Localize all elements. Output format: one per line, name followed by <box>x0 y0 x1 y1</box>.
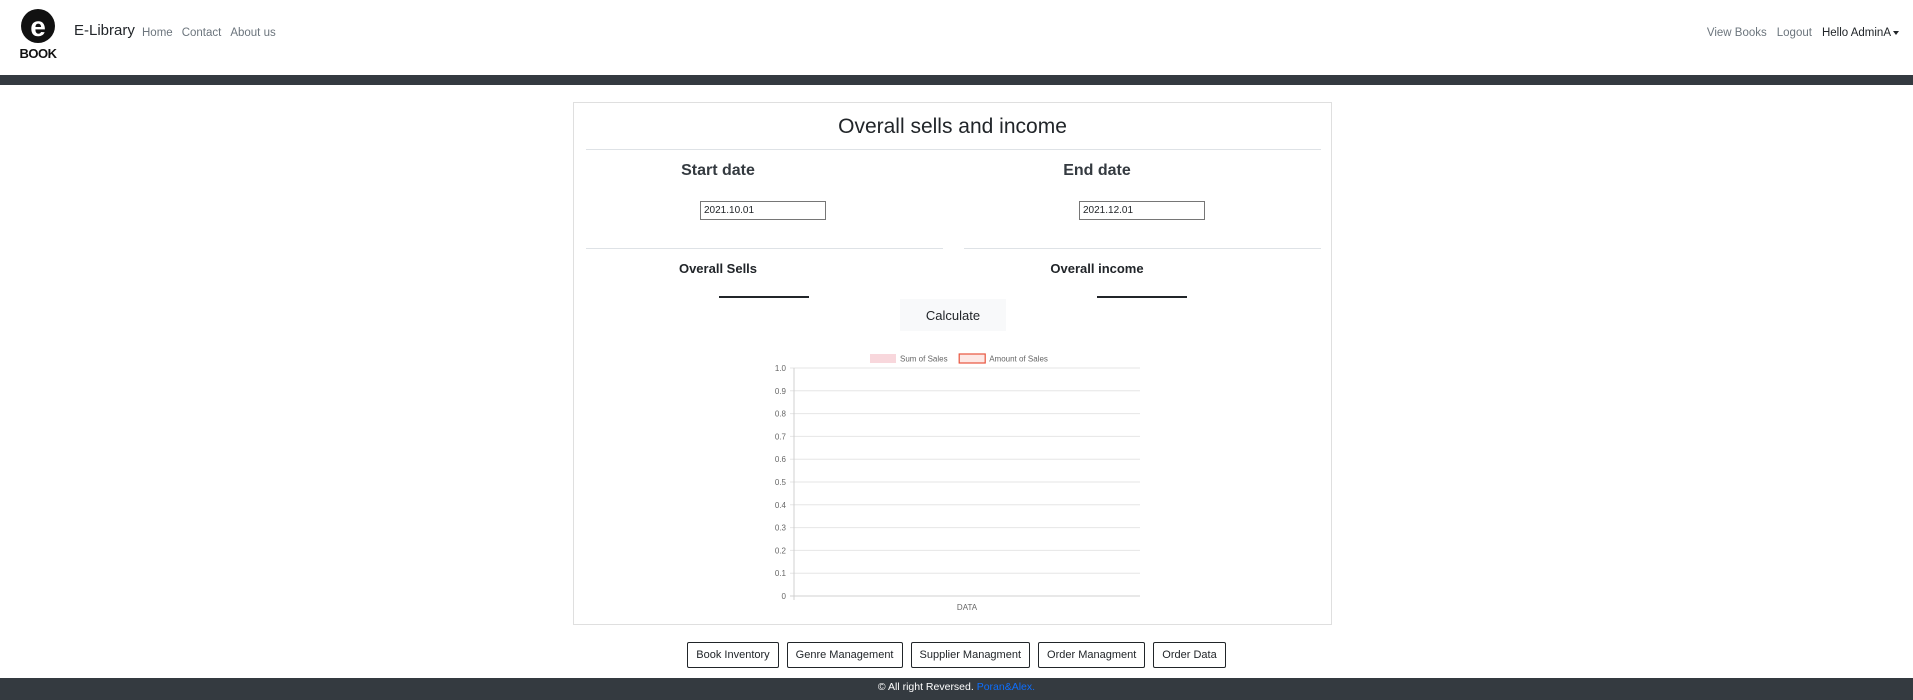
y-tick-label: 0.1 <box>775 569 787 578</box>
y-tick-label: 0.2 <box>775 546 787 555</box>
logo-letter: e <box>30 11 46 42</box>
nav-about-link[interactable]: About us <box>230 27 275 39</box>
overall-income-label: Overall income <box>1050 261 1144 276</box>
supplier-management-button[interactable]: Supplier Managment <box>910 642 1031 668</box>
y-tick-label: 0.9 <box>775 387 787 396</box>
y-tick-label: 0.5 <box>775 478 787 487</box>
navbar: e BOOK E-Library Home Contact About us V… <box>0 0 1913 75</box>
user-dropdown[interactable]: Hello AdminA <box>1822 27 1899 39</box>
logo-text: BOOK <box>20 46 58 60</box>
nav-home-link[interactable]: Home <box>142 27 173 39</box>
footer-link[interactable]: Poran&Alex. <box>977 681 1035 693</box>
start-date-input[interactable] <box>700 201 826 220</box>
y-tick-label: 0.7 <box>775 432 787 441</box>
y-tick-label: 0.4 <box>775 501 787 510</box>
y-tick-label: 0 <box>782 592 787 601</box>
right-section-divider <box>964 248 1321 249</box>
start-date-label: Start date <box>681 162 755 179</box>
y-tick-label: 0.6 <box>775 455 787 464</box>
y-tick-label: 1.0 <box>775 364 787 373</box>
sales-chart: 1.0 0.9 0.8 0.7 0.6 0.5 0.4 0.3 0.2 0.1 0 DATA Sum o… <box>775 353 1140 612</box>
footer: © All right Reversed. Poran&Alex. <box>0 678 1913 700</box>
ebook-logo[interactable]: e BOOK <box>14 6 62 60</box>
overall-income-value <box>1097 296 1187 298</box>
legend-label: Sum of Sales <box>900 355 948 364</box>
overall-sells-value <box>719 296 809 298</box>
admin-button-row: Book Inventory Genre Management Supplier… <box>0 642 1913 668</box>
order-management-button[interactable]: Order Managment <box>1038 642 1146 668</box>
y-tick-label: 0.3 <box>775 524 787 533</box>
page-title: Overall sells and income <box>838 115 1067 138</box>
nav-right: View Books Logout Hello AdminA <box>1707 27 1899 39</box>
title-divider <box>586 149 1321 150</box>
end-date-input[interactable] <box>1079 201 1205 220</box>
navbar-divider <box>0 75 1913 85</box>
footer-text: © All right Reversed. <box>877 681 974 693</box>
nav-contact-link[interactable]: Contact <box>182 27 222 39</box>
y-tick-label: 0.8 <box>775 410 787 419</box>
end-date-label: End date <box>1063 162 1131 179</box>
legend-label: Amount of Sales <box>989 355 1048 364</box>
legend-swatch <box>958 353 986 364</box>
x-tick-label: DATA <box>957 603 978 612</box>
caret-down-icon <box>1893 30 1899 35</box>
user-name: Hello AdminA <box>1821 27 1891 39</box>
order-data-button[interactable]: Order Data <box>1153 642 1226 668</box>
legend-swatch <box>870 354 896 363</box>
brand-link[interactable]: E-Library <box>74 22 135 39</box>
calculate-button[interactable]: Calculate <box>900 299 1006 331</box>
overall-sells-label: Overall Sells <box>678 261 758 276</box>
logout-link[interactable]: Logout <box>1777 27 1812 39</box>
left-section-divider <box>586 248 943 249</box>
genre-management-button[interactable]: Genre Management <box>786 642 903 668</box>
nav-links: Home Contact About us <box>142 27 276 39</box>
book-inventory-button[interactable]: Book Inventory <box>687 642 779 668</box>
view-books-link[interactable]: View Books <box>1707 27 1767 39</box>
